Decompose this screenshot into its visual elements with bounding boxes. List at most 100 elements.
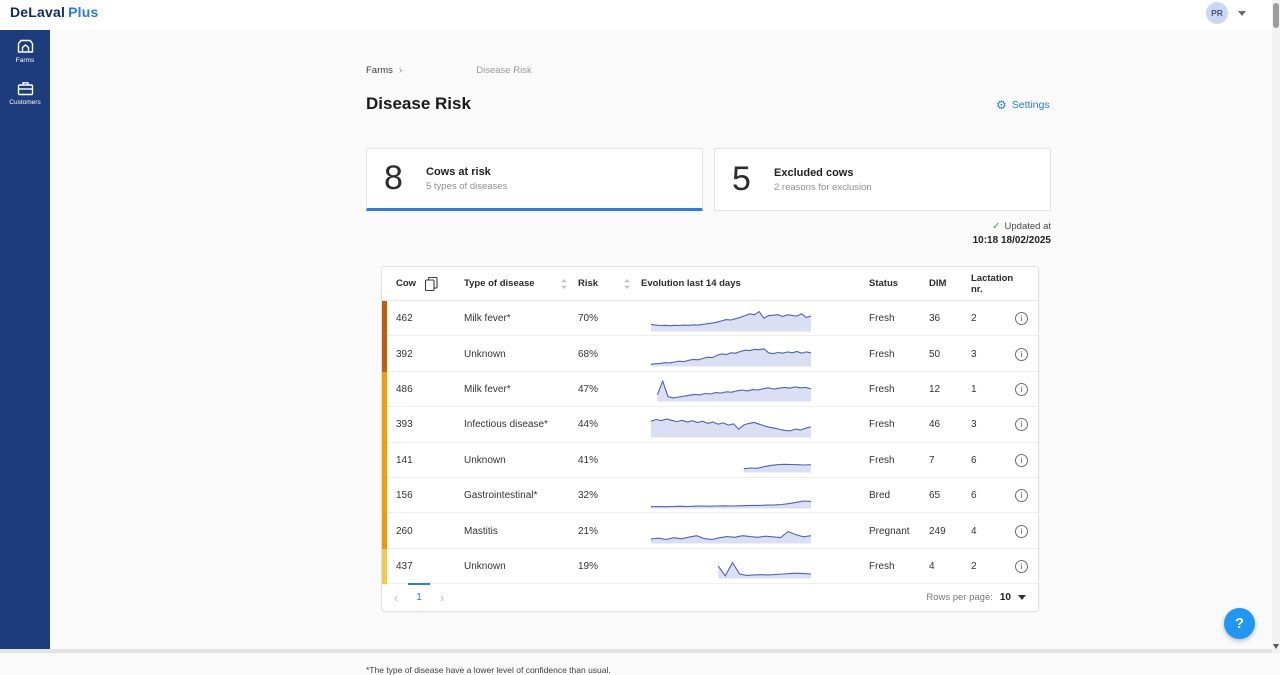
page-number-current[interactable]: 1 bbox=[410, 592, 428, 603]
table-row[interactable]: 437 Unknown 19% Fresh 4 2 i bbox=[382, 549, 1038, 584]
cell-dim: 249 bbox=[929, 526, 971, 537]
sidebar-item-farms[interactable]: Farms bbox=[0, 30, 50, 72]
top-bar: DeLavalPlus PR bbox=[0, 0, 1280, 30]
vertical-scrollbar[interactable] bbox=[1272, 0, 1280, 653]
horizontal-scrollbar[interactable] bbox=[0, 649, 1280, 653]
scroll-down-arrow-icon[interactable] bbox=[1273, 644, 1279, 649]
evolution-sparkline bbox=[641, 376, 869, 402]
cell-risk: 41% bbox=[578, 455, 641, 466]
column-header-risk[interactable]: Risk bbox=[578, 278, 641, 290]
cows-at-risk-count: 8 bbox=[384, 159, 410, 198]
breadcrumb-chevron-icon: › bbox=[399, 65, 402, 76]
cell-cow: 141 bbox=[387, 455, 464, 466]
cell-dim: 50 bbox=[929, 349, 971, 360]
excluded-cows-count: 5 bbox=[732, 160, 758, 199]
prev-page-button[interactable]: ‹ bbox=[388, 590, 404, 605]
cell-risk: 68% bbox=[578, 349, 641, 360]
cell-lactation: 3 bbox=[971, 349, 1015, 360]
cell-dim: 46 bbox=[929, 419, 971, 430]
cell-risk: 21% bbox=[578, 526, 641, 537]
brand-secondary: Plus bbox=[68, 4, 98, 20]
evolution-sparkline bbox=[641, 447, 869, 473]
info-icon[interactable]: i bbox=[1015, 383, 1028, 396]
cell-dim: 7 bbox=[929, 455, 971, 466]
table-row[interactable]: 156 Gastrointestinal* 32% Bred 65 6 i bbox=[382, 478, 1038, 513]
rows-per-page-value[interactable]: 10 bbox=[1000, 592, 1011, 603]
info-icon[interactable]: i bbox=[1015, 454, 1028, 467]
page-title: Disease Risk bbox=[366, 94, 471, 114]
info-icon[interactable]: i bbox=[1015, 560, 1028, 573]
main-content: Farms › Disease Risk Disease Risk ⚙ Sett… bbox=[50, 30, 1272, 650]
column-header-dim: DIM bbox=[929, 278, 971, 289]
table-row[interactable]: 486 Milk fever* 47% Fresh 12 1 i bbox=[382, 372, 1038, 407]
card-excluded-cows[interactable]: 5 Excluded cows 2 reasons for exclusion bbox=[714, 148, 1051, 211]
sort-icon[interactable] bbox=[560, 278, 568, 290]
settings-label: Settings bbox=[1012, 99, 1050, 111]
cell-risk: 70% bbox=[578, 313, 641, 324]
info-icon[interactable]: i bbox=[1015, 525, 1028, 538]
cell-status: Bred bbox=[869, 490, 929, 501]
sidebar-item-customers[interactable]: Customers bbox=[0, 72, 50, 114]
evolution-sparkline bbox=[641, 412, 869, 438]
table-row[interactable]: 392 Unknown 68% Fresh 50 3 i bbox=[382, 336, 1038, 371]
column-header-disease[interactable]: Type of disease bbox=[464, 278, 578, 290]
breadcrumb: Farms › Disease Risk bbox=[366, 65, 532, 76]
cell-disease: Unknown bbox=[464, 349, 578, 360]
avatar-dropdown-caret-icon[interactable] bbox=[1238, 11, 1246, 16]
customers-icon bbox=[17, 81, 34, 96]
user-avatar[interactable]: PR bbox=[1206, 2, 1228, 24]
cell-risk: 47% bbox=[578, 384, 641, 395]
table-row[interactable]: 462 Milk fever* 70% Fresh 36 2 i bbox=[382, 301, 1038, 336]
card-subtitle: 2 reasons for exclusion bbox=[774, 182, 872, 193]
column-header-cow: Cow bbox=[387, 277, 464, 291]
sidebar-item-label: Customers bbox=[9, 99, 40, 106]
cell-dim: 65 bbox=[929, 490, 971, 501]
cell-status: Fresh bbox=[869, 455, 929, 466]
copy-icon[interactable] bbox=[425, 277, 438, 291]
brand-logo[interactable]: DeLavalPlus bbox=[10, 4, 98, 20]
next-page-button[interactable]: › bbox=[434, 590, 450, 605]
settings-button[interactable]: ⚙ Settings bbox=[996, 99, 1050, 111]
cell-status: Fresh bbox=[869, 384, 929, 395]
updated-label: Updated at bbox=[1005, 221, 1051, 232]
table-row[interactable]: 141 Unknown 41% Fresh 7 6 i bbox=[382, 443, 1038, 478]
cell-status: Fresh bbox=[869, 313, 929, 324]
cell-risk: 32% bbox=[578, 490, 641, 501]
rows-per-page-caret-icon[interactable] bbox=[1018, 595, 1026, 600]
check-icon: ✓ bbox=[992, 221, 1000, 232]
table-row[interactable]: 260 Mastitis 21% Pregnant 249 4 i bbox=[382, 513, 1038, 548]
cell-status: Fresh bbox=[869, 349, 929, 360]
column-header-status: Status bbox=[869, 278, 929, 289]
cell-cow: 437 bbox=[387, 561, 464, 572]
info-icon[interactable]: i bbox=[1015, 348, 1028, 361]
card-cows-at-risk[interactable]: 8 Cows at risk 5 types of diseases bbox=[366, 148, 703, 211]
info-icon[interactable]: i bbox=[1015, 489, 1028, 502]
cell-lactation: 2 bbox=[971, 561, 1015, 572]
disease-risk-table: Cow Type of disease Risk Evolution last … bbox=[381, 266, 1039, 612]
cell-status: Fresh bbox=[869, 419, 929, 430]
cell-status: Pregnant bbox=[869, 526, 929, 537]
card-subtitle: 5 types of diseases bbox=[426, 181, 507, 192]
cell-status: Fresh bbox=[869, 561, 929, 572]
scrollbar-thumb[interactable] bbox=[1273, 3, 1279, 28]
cell-cow: 393 bbox=[387, 419, 464, 430]
cell-dim: 36 bbox=[929, 313, 971, 324]
info-icon[interactable]: i bbox=[1015, 312, 1028, 325]
cell-cow: 260 bbox=[387, 526, 464, 537]
help-button[interactable]: ? bbox=[1224, 608, 1255, 639]
cell-risk: 19% bbox=[578, 561, 641, 572]
breadcrumb-farms[interactable]: Farms bbox=[366, 65, 393, 76]
brand-primary: DeLaval bbox=[10, 4, 65, 20]
table-row[interactable]: 393 Infectious disease* 44% Fresh 46 3 i bbox=[382, 407, 1038, 442]
sort-icon[interactable] bbox=[623, 278, 631, 290]
cell-lactation: 6 bbox=[971, 455, 1015, 466]
info-icon[interactable]: i bbox=[1015, 418, 1028, 431]
card-title: Cows at risk bbox=[426, 166, 507, 178]
disease-footnote: *The type of disease have a lower level … bbox=[366, 665, 611, 675]
cell-disease: Gastrointestinal* bbox=[464, 490, 578, 501]
cell-lactation: 3 bbox=[971, 419, 1015, 430]
cell-disease: Milk fever* bbox=[464, 313, 578, 324]
table-header: Cow Type of disease Risk Evolution last … bbox=[382, 267, 1038, 301]
cell-disease: Unknown bbox=[464, 561, 578, 572]
rows-per-page-label: Rows per page: bbox=[926, 592, 993, 603]
